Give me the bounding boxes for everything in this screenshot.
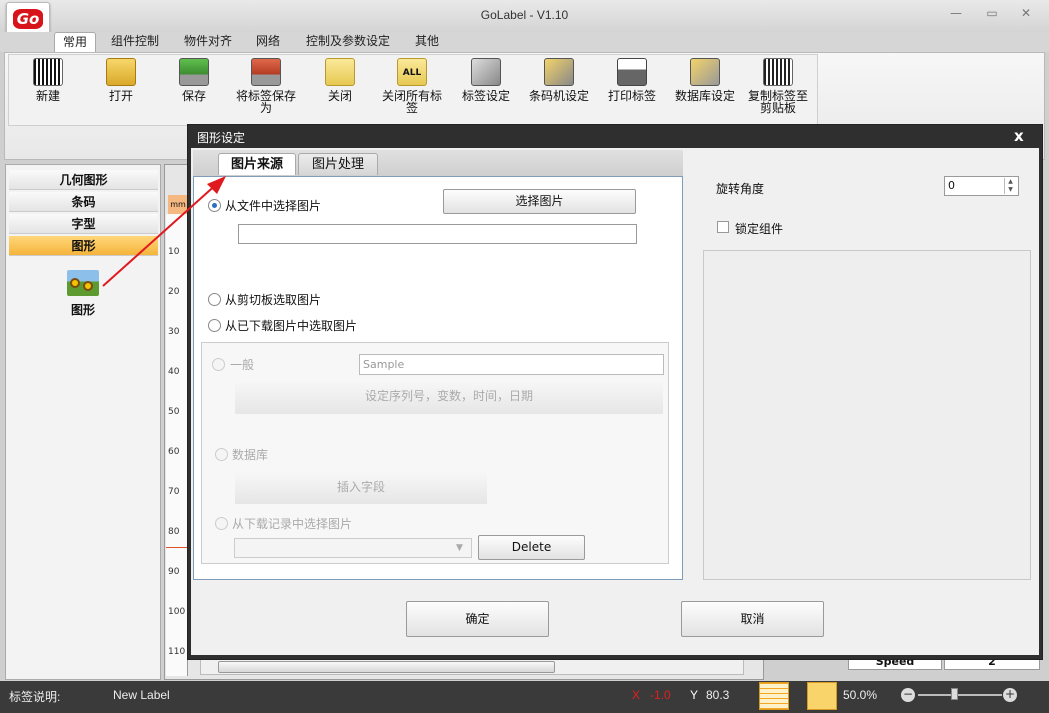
choose-image-button[interactable]: 选择图片 — [443, 189, 636, 214]
tab-component-control[interactable]: 组件控制 — [104, 32, 166, 52]
folder-open-icon — [106, 58, 136, 86]
ruler-tick: 100 — [168, 607, 186, 617]
ruler-tick: 110 — [168, 647, 186, 657]
ok-button[interactable]: 确定 — [406, 601, 549, 637]
open-label: 打开 — [108, 89, 133, 103]
save-button[interactable]: 保存 — [159, 58, 229, 102]
printer-settings-label: 条码机设定 — [528, 89, 589, 103]
tab-network[interactable]: 网络 — [250, 32, 286, 52]
annotation-arrow — [102, 176, 226, 287]
print-label: 打印标签 — [607, 89, 656, 103]
save-as-icon — [251, 58, 281, 86]
ruler-tick: 50 — [168, 407, 180, 417]
general-label: 一般 — [230, 358, 255, 372]
ruler-tick: 40 — [168, 367, 180, 377]
grid-toggle-icon[interactable] — [759, 682, 789, 710]
close-button[interactable]: 关闭 — [305, 58, 375, 102]
from-downloaded-label: 从已下载图片中选取图片 — [225, 319, 358, 333]
save-icon — [179, 58, 209, 86]
dialog-close-button[interactable]: x — [1014, 127, 1024, 145]
general-radio[interactable] — [212, 358, 225, 371]
insert-field-button[interactable]: 插入字段 — [235, 470, 487, 504]
label-settings-label: 标签设定 — [461, 89, 510, 103]
minimize-icon[interactable]: — — [944, 6, 968, 22]
zoom-slider-thumb[interactable] — [951, 688, 958, 700]
tab-object-align[interactable]: 物件对齐 — [176, 32, 240, 52]
save-as-button[interactable]: 将标签保存为 — [231, 58, 301, 114]
graphic-shape-label: 图形 — [70, 303, 95, 317]
preview-panel — [703, 250, 1031, 580]
zoom-in-icon[interactable]: + — [1003, 688, 1017, 702]
label-name: New Label — [113, 688, 170, 702]
label-desc-caption: 标签说明: — [9, 690, 61, 704]
horizontal-scroll-thumb[interactable] — [218, 661, 555, 673]
x-caption: X — [632, 688, 641, 702]
spinner-arrows-icon[interactable]: ▲ ▼ — [1004, 178, 1016, 194]
zoom-out-icon[interactable]: − — [901, 688, 915, 702]
close-label: 关闭 — [327, 89, 352, 103]
x-value: -1.0 — [650, 688, 671, 702]
app-logo-text: Go — [12, 9, 44, 29]
printer-settings-button[interactable]: 条码机设定 — [524, 58, 594, 102]
close-folder-icon — [325, 58, 355, 86]
database-settings-label: 数据库设定 — [674, 89, 735, 103]
tab-image-processing[interactable]: 图片处理 — [298, 153, 378, 175]
maximize-icon[interactable]: ▭ — [980, 6, 1004, 22]
tab-other[interactable]: 其他 — [408, 32, 446, 52]
open-button[interactable]: 打开 — [86, 58, 156, 102]
print-icon — [617, 58, 647, 86]
ruler-tick: 30 — [168, 327, 180, 337]
from-record-radio[interactable] — [215, 517, 228, 530]
from-record-label: 从下载记录中选择图片 — [232, 517, 353, 531]
save-label: 保存 — [181, 89, 206, 103]
print-button[interactable]: 打印标签 — [597, 58, 667, 102]
y-caption: Y — [690, 688, 699, 702]
page-view-icon[interactable] — [807, 682, 837, 710]
close-window-icon[interactable]: ✕ — [1014, 6, 1038, 22]
copy-to-clipboard-label: 复制标签至剪贴板 — [747, 89, 808, 115]
label-settings-button[interactable]: 标签设定 — [451, 58, 521, 102]
ruler-tick: 80 — [168, 527, 180, 537]
from-downloaded-radio[interactable] — [208, 319, 221, 332]
ruler-tick: 90 — [168, 567, 180, 577]
save-as-label: 将标签保存为 — [235, 89, 296, 115]
database-radio[interactable] — [215, 448, 228, 461]
sample-input[interactable]: Sample — [359, 354, 664, 375]
rotation-label: 旋转角度 — [716, 182, 765, 196]
rotation-value: 0 — [948, 179, 955, 192]
record-select[interactable] — [234, 538, 472, 558]
printer-settings-icon — [544, 58, 574, 86]
chevron-down-icon: ▼ — [456, 543, 463, 553]
database-label: 数据库 — [232, 448, 269, 462]
dialog-title: 图形设定 — [197, 131, 246, 145]
file-path-input[interactable] — [238, 224, 637, 244]
database-settings-icon — [690, 58, 720, 86]
window-title: GoLabel - V1.10 — [480, 8, 569, 22]
ruler-tick: 60 — [168, 447, 180, 457]
close-all-label: 关闭所有标签 — [381, 89, 442, 115]
close-all-icon: ALL — [397, 58, 427, 86]
tab-control-params[interactable]: 控制及参数设定 — [298, 32, 398, 52]
close-all-button[interactable]: ALL 关闭所有标签 — [377, 58, 447, 114]
copy-clipboard-icon — [763, 58, 793, 86]
delete-button[interactable]: Delete — [478, 535, 585, 560]
ruler-tick: 70 — [168, 487, 180, 497]
tab-common[interactable]: 常用 — [54, 32, 96, 52]
ruler-position-marker — [166, 547, 188, 548]
new-button[interactable]: 新建 — [13, 58, 83, 102]
database-settings-button[interactable]: 数据库设定 — [670, 58, 740, 102]
new-label: 新建 — [35, 89, 60, 103]
rotation-spinner[interactable]: 0 ▲ ▼ — [944, 176, 1019, 196]
lock-component-checkbox[interactable] — [717, 221, 729, 233]
zoom-slider-track[interactable] — [918, 694, 1002, 696]
zoom-level: 50.0% — [843, 688, 878, 702]
barcode-new-icon — [33, 58, 63, 86]
lock-component-label: 锁定组件 — [735, 222, 784, 236]
serial-variable-button[interactable]: 设定序列号，变数，时间，日期 — [235, 379, 663, 414]
cancel-button[interactable]: 取消 — [681, 601, 824, 637]
label-settings-icon — [471, 58, 501, 86]
y-value: 80.3 — [706, 688, 730, 702]
copy-to-clipboard-button[interactable]: 复制标签至剪贴板 — [743, 58, 813, 114]
app-logo-button[interactable]: Go — [6, 2, 50, 36]
